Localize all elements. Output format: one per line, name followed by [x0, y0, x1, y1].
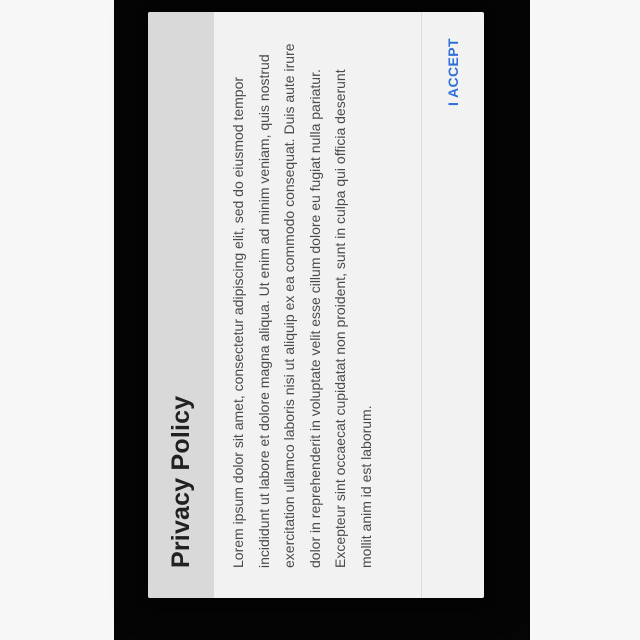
accept-button[interactable]: I ACCEPT [439, 30, 467, 114]
dialog-body: Lorem ipsum dolor sit amet, consectetur … [214, 12, 422, 598]
dialog-title: Privacy Policy [166, 395, 195, 568]
dialog-body-text: Lorem ipsum dolor sit amet, consectetur … [230, 43, 374, 569]
dialog-header: Privacy Policy [148, 12, 214, 598]
privacy-policy-dialog: Privacy Policy Lorem ipsum dolor sit ame… [148, 12, 484, 598]
dialog-actions: I ACCEPT [422, 12, 484, 598]
screen: Privacy Policy Lorem ipsum dolor sit ame… [0, 0, 640, 640]
